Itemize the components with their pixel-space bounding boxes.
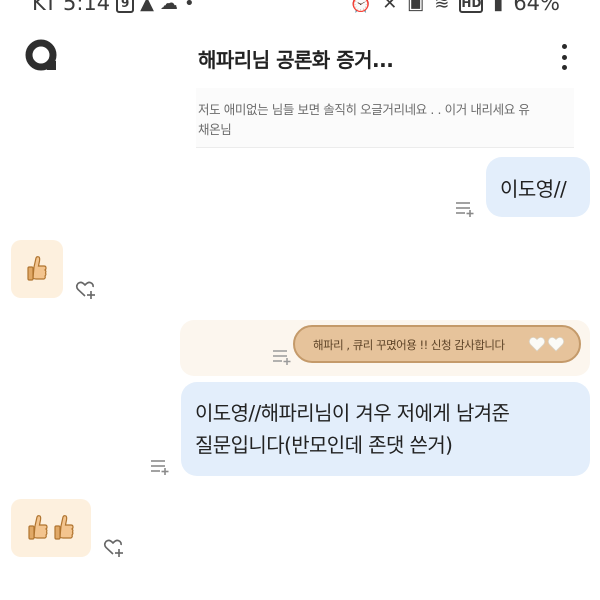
message-text-line-2: 질문입니다(반모인데 존댓 쓴거) — [195, 433, 453, 457]
message-text: 이도영//해파리님이 겨우 저에게 남겨준 질문입니다(반모인데 존댓 쓴거) — [195, 397, 575, 461]
message-text-line-1: 이도영//해파리님이 겨우 저에게 남겨준 — [195, 401, 510, 425]
white-heart-icon — [528, 336, 546, 352]
quoted-post-card[interactable]: 저도 애미없는 님들 보면 솔직히 오글거리네요 . . 이거 내리세요 유 채… — [196, 88, 574, 148]
thumbs-up-icon — [28, 515, 48, 540]
reaction-bubble[interactable] — [11, 499, 91, 557]
alarm-icon: ⏰ — [349, 0, 373, 14]
message-menu-icon[interactable] — [455, 200, 475, 218]
message-menu-icon[interactable] — [150, 458, 170, 476]
weather-icon: ☁ — [159, 0, 178, 14]
message-text: 이도영// — [500, 177, 567, 201]
reply-message-container[interactable]: 해파리 , 큐리 꾸몄어용 !! 신청 감사합니다 — [180, 320, 590, 376]
hd-badge-icon: HD — [459, 0, 484, 13]
quoted-post-line-2: 채온님 — [198, 122, 232, 137]
outgoing-message-bubble[interactable]: 이도영// — [486, 157, 590, 217]
wifi-icon: ≋ — [434, 0, 450, 14]
quoted-post-text: 저도 애미없는 님들 보면 솔직히 오글거리네요 . . 이거 내리세요 유 채… — [198, 100, 570, 140]
reply-preview-pill[interactable]: 해파리 , 큐리 꾸몄어용 !! 신청 감사합니다 — [293, 325, 581, 363]
white-heart-icon — [547, 336, 565, 352]
battery-label: 64% — [513, 0, 560, 15]
mute-icon: ✕ — [382, 0, 398, 14]
status-bar: KT 5:14 9 ▲ ☁ • ⏰ ✕ ▣ ≋ HD ▮ 64% — [0, 0, 600, 16]
chat-title: 해파리님 공론화 증거... — [198, 48, 394, 72]
thumbs-up-icon — [27, 256, 47, 281]
quoted-post-line-1: 저도 애미없는 님들 보면 솔직히 오글거리네요 . . 이거 내리세요 유 — [198, 102, 530, 117]
reaction-bubble[interactable] — [11, 240, 63, 298]
carrier-label: KT — [32, 0, 57, 15]
gallery-icon: ▲ — [140, 0, 154, 14]
notification-badge-icon: 9 — [116, 0, 135, 13]
app-header: 해파리님 공론화 증거... — [0, 30, 600, 86]
white-hearts — [528, 335, 565, 353]
nfc-icon: ▣ — [407, 0, 425, 14]
thumbs-up-icon — [54, 515, 74, 540]
app-logo-icon[interactable] — [24, 38, 60, 74]
more-options-icon[interactable] — [552, 42, 576, 72]
message-menu-icon[interactable] — [272, 348, 292, 366]
clock: 5:14 — [62, 0, 111, 15]
outgoing-message-bubble[interactable]: 이도영//해파리님이 겨우 저에게 남겨준 질문입니다(반모인데 존댓 쓴거) — [181, 382, 590, 476]
heart-add-icon[interactable] — [75, 279, 97, 301]
signal-icon: ▮ — [493, 0, 504, 14]
reply-preview-text: 해파리 , 큐리 꾸몄어용 !! 신청 감사합니다 — [313, 338, 505, 352]
heart-add-icon[interactable] — [103, 537, 125, 559]
dot-icon: • — [183, 0, 195, 14]
